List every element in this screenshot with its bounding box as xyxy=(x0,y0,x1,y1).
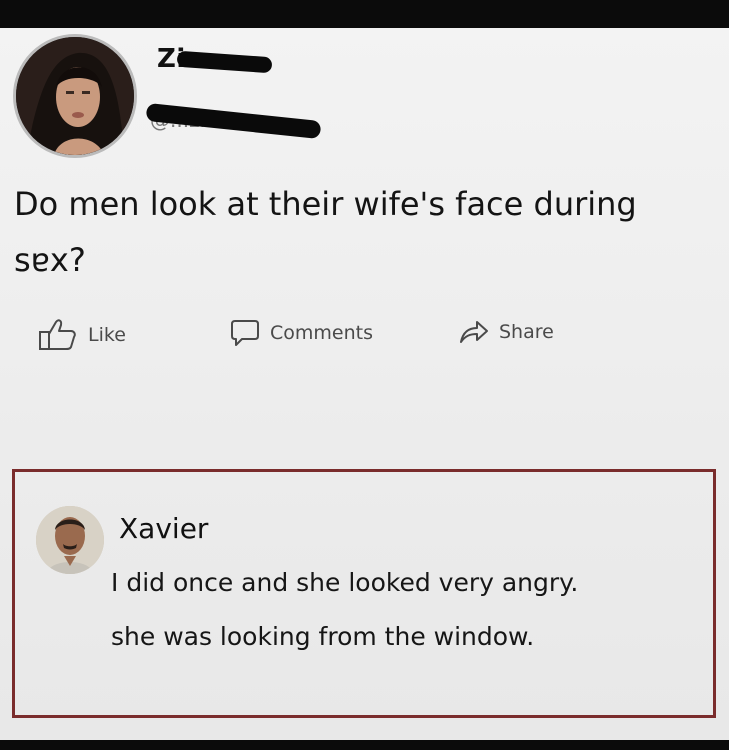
thumbs-up-icon xyxy=(39,319,76,350)
post-text-line-2: sɐx? xyxy=(14,241,86,279)
post-text-line-1: Do men look at their wife's face during xyxy=(14,185,637,223)
commenter-name[interactable]: Xavier xyxy=(119,512,208,545)
redaction-bar-handle xyxy=(145,102,322,140)
post-text: Do men look at their wife's face during … xyxy=(14,176,714,288)
comment-text-line-2: she was looking from the window. xyxy=(111,622,535,651)
share-label: Share xyxy=(499,321,554,343)
like-label: Like xyxy=(88,324,126,346)
comments-button[interactable]: Comments xyxy=(230,318,373,348)
commenter-avatar[interactable] xyxy=(36,506,104,574)
share-button[interactable]: Share xyxy=(459,318,554,346)
bottom-black-bar xyxy=(0,740,729,750)
post-card: Zi @...zils Do men look at their wife's … xyxy=(0,28,729,740)
speech-bubble-icon xyxy=(231,320,259,346)
redaction-bar-name xyxy=(176,50,273,74)
share-arrow-icon xyxy=(460,321,488,343)
post-actions: Like Comments Share xyxy=(0,318,729,358)
highlighted-comment: Xavier I did once and she looked very an… xyxy=(12,469,716,718)
commenter-avatar-image xyxy=(36,506,104,574)
author-avatar[interactable] xyxy=(13,34,137,158)
like-button[interactable]: Like xyxy=(38,318,126,352)
author-avatar-image xyxy=(16,37,134,155)
comments-label: Comments xyxy=(270,322,373,344)
top-black-bar xyxy=(0,0,729,28)
comment-text-line-1: I did once and she looked very angry. xyxy=(111,568,579,597)
